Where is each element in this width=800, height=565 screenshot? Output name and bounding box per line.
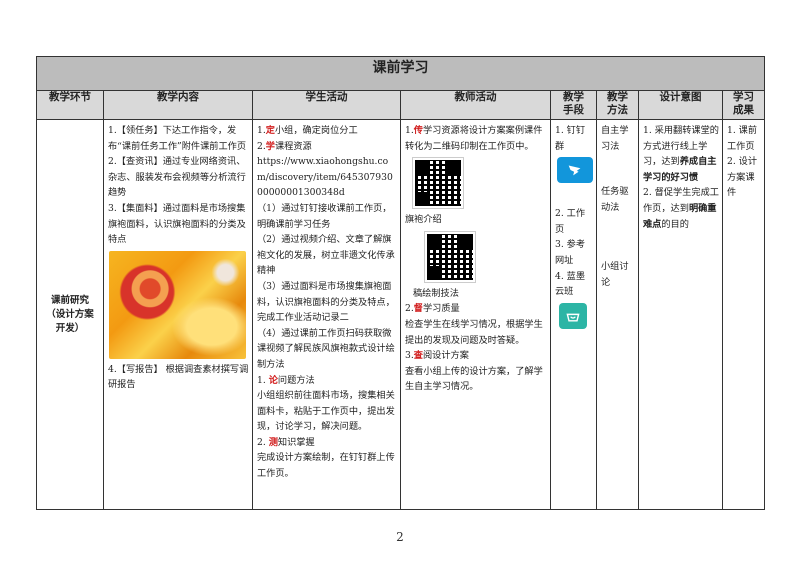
teacher-step-3: 3.查阅设计方案 [405,350,469,362]
content-item-1: 1.【领任务】下达工作指令，发布“课前任务工作”附件课前工作页 [108,125,247,152]
header-means: 教学 手段 [550,90,597,120]
intent-cell: 1. 采用翻转课堂的方式进行线上学习，达到养成自主学习的好习惯 2. 督促学生完… [638,119,723,510]
stage-line2: （设计方案 [46,308,94,320]
means-4: 4. 蓝墨云班 [555,270,586,298]
means-cell: 1. 钉钉群 2. 工作页 3. 参考网址 4. 蓝墨云班 [550,119,597,510]
silk-fabric-image [109,250,246,359]
outcome-2: 2. 设计方案课件 [727,156,758,199]
means-1: 1. 钉钉群 [555,125,586,152]
lanmo-cloud-icon [559,302,587,329]
stage-cell: 课前研究 （设计方案 开发） [36,119,104,510]
qr2-caption: 稿绘制技法 [413,287,459,299]
header-content: 教学内容 [103,90,253,120]
qr-code-qipao-intro[interactable] [412,157,464,210]
header-means-line1: 教学 [563,91,584,103]
header-stage: 教学环节 [36,90,104,120]
means-2: 2. 工作页 [555,208,586,235]
method-3: 小组讨论 [601,261,629,288]
method-2: 任务驱动法 [601,186,629,213]
header-outcome: 学习 成果 [722,90,765,120]
student-sub-4: （4）通过课前工作页扫码获取微课视频了解民族风旗袍款式设计绘制方法 [257,327,395,370]
student-discuss: 1. 论问题方法 [257,374,315,386]
intent-1: 1. 采用翻转课堂的方式进行线上学习，达到养成自主学习的好习惯 [643,125,719,183]
stage-line1: 课前研究 [50,294,89,306]
header-outcome-line2: 成果 [733,104,754,116]
teacher-step-2-text: 检查学生在线学习情况，根据学生提出的发现及问题及时答疑。 [405,318,543,346]
page-number: 2 [396,530,404,544]
teacher-step-1: 1.传学习资源将设计方案案例课件转化为二维码印制在工作页中。 [405,125,543,152]
method-1: 自主学习法 [601,125,629,152]
dingtalk-icon [557,157,593,184]
student-sub-1: （1）通过钉钉接收课前工作页，明确课前学习任务 [257,202,392,230]
header-intent: 设计意图 [638,90,723,120]
header-means-line2: 手段 [563,104,584,116]
teacher-step-3-text: 查看小组上传的设计方案，了解学生自主学习情况。 [405,365,543,393]
teacher-step-2: 2.督学习质量 [405,303,460,315]
content-item-3: 3.【集面料】通过面料是市场搜集旗袍面料，认识旗袍面料的分类及特点 [108,202,246,246]
student-step-1: 1.定小组，确定岗位分工 [257,125,358,136]
means-3: 3. 参考网址 [555,239,586,266]
stage-line3: 开发） [55,322,85,334]
content-item-4: 4.【写报告】 根据调查素材撰写调研报告 [108,363,249,391]
method-cell: 自主学习法 任务驱动法 小组讨论 [596,119,639,510]
teacher-cell: 1.传学习资源将设计方案案例课件转化为二维码印制在工作页中。 旗袍介绍 稿绘制技… [400,119,551,510]
outcome-cell: 1. 课前工作页 2. 设计方案课件 [722,119,765,510]
header-teacher: 教师活动 [400,90,551,120]
qr-code-drawing-technique[interactable] [424,230,476,283]
lesson-plan-table: 课前学习 教学环节 教学内容 学生活动 教师活动 教学 手段 教学 方法 设计意图 … [36,56,765,510]
student-cell: 1.定小组，确定岗位分工 2.学课程资源 https://www.xiaohon… [252,119,401,510]
student-discuss-text: 小组组织前往面料市场，搜集相关面料卡，粘贴于工作页中，提出发现，讨论学习，解决问… [257,390,395,433]
intent-2: 2. 督促学生完成工作页，达到明确重难点的目的 [643,187,719,230]
header-method-line2: 方法 [607,104,628,116]
outcome-1: 1. 课前工作页 [727,125,758,152]
student-sub-3: （3）通过面料是市场搜集旗袍面料，认识旗袍面料的分类及特点，完成工作业活动记录二 [257,280,395,324]
student-step-2: 2.学课程资源 [257,140,312,152]
content-cell: 1.【领任务】下达工作指令，发布“课前任务工作”附件课前工作页 2.【查资讯】通… [103,119,253,510]
student-sub-2: （2）通过视频介绍、文章了解旗袍文化的发展，树立非遗文化传承精神 [257,234,395,277]
header-student: 学生活动 [252,90,401,120]
student-test: 2. 测知识掌握 [257,436,315,448]
header-method: 教学 方法 [596,90,639,120]
table-title: 课前学习 [36,56,765,91]
qr1-caption: 旗袍介绍 [405,214,442,226]
resource-url[interactable]: https://www.xiaohongshu.com/discovery/it… [257,154,397,201]
header-outcome-line1: 学习 [733,91,754,103]
header-method-line1: 教学 [607,91,628,103]
student-test-text: 完成设计方案绘制，在钉钉群上传工作页。 [257,452,395,480]
content-item-2: 2.【查资讯】通过专业网络资讯、杂志、服装发布会视频等分析流行趋势 [108,156,246,199]
